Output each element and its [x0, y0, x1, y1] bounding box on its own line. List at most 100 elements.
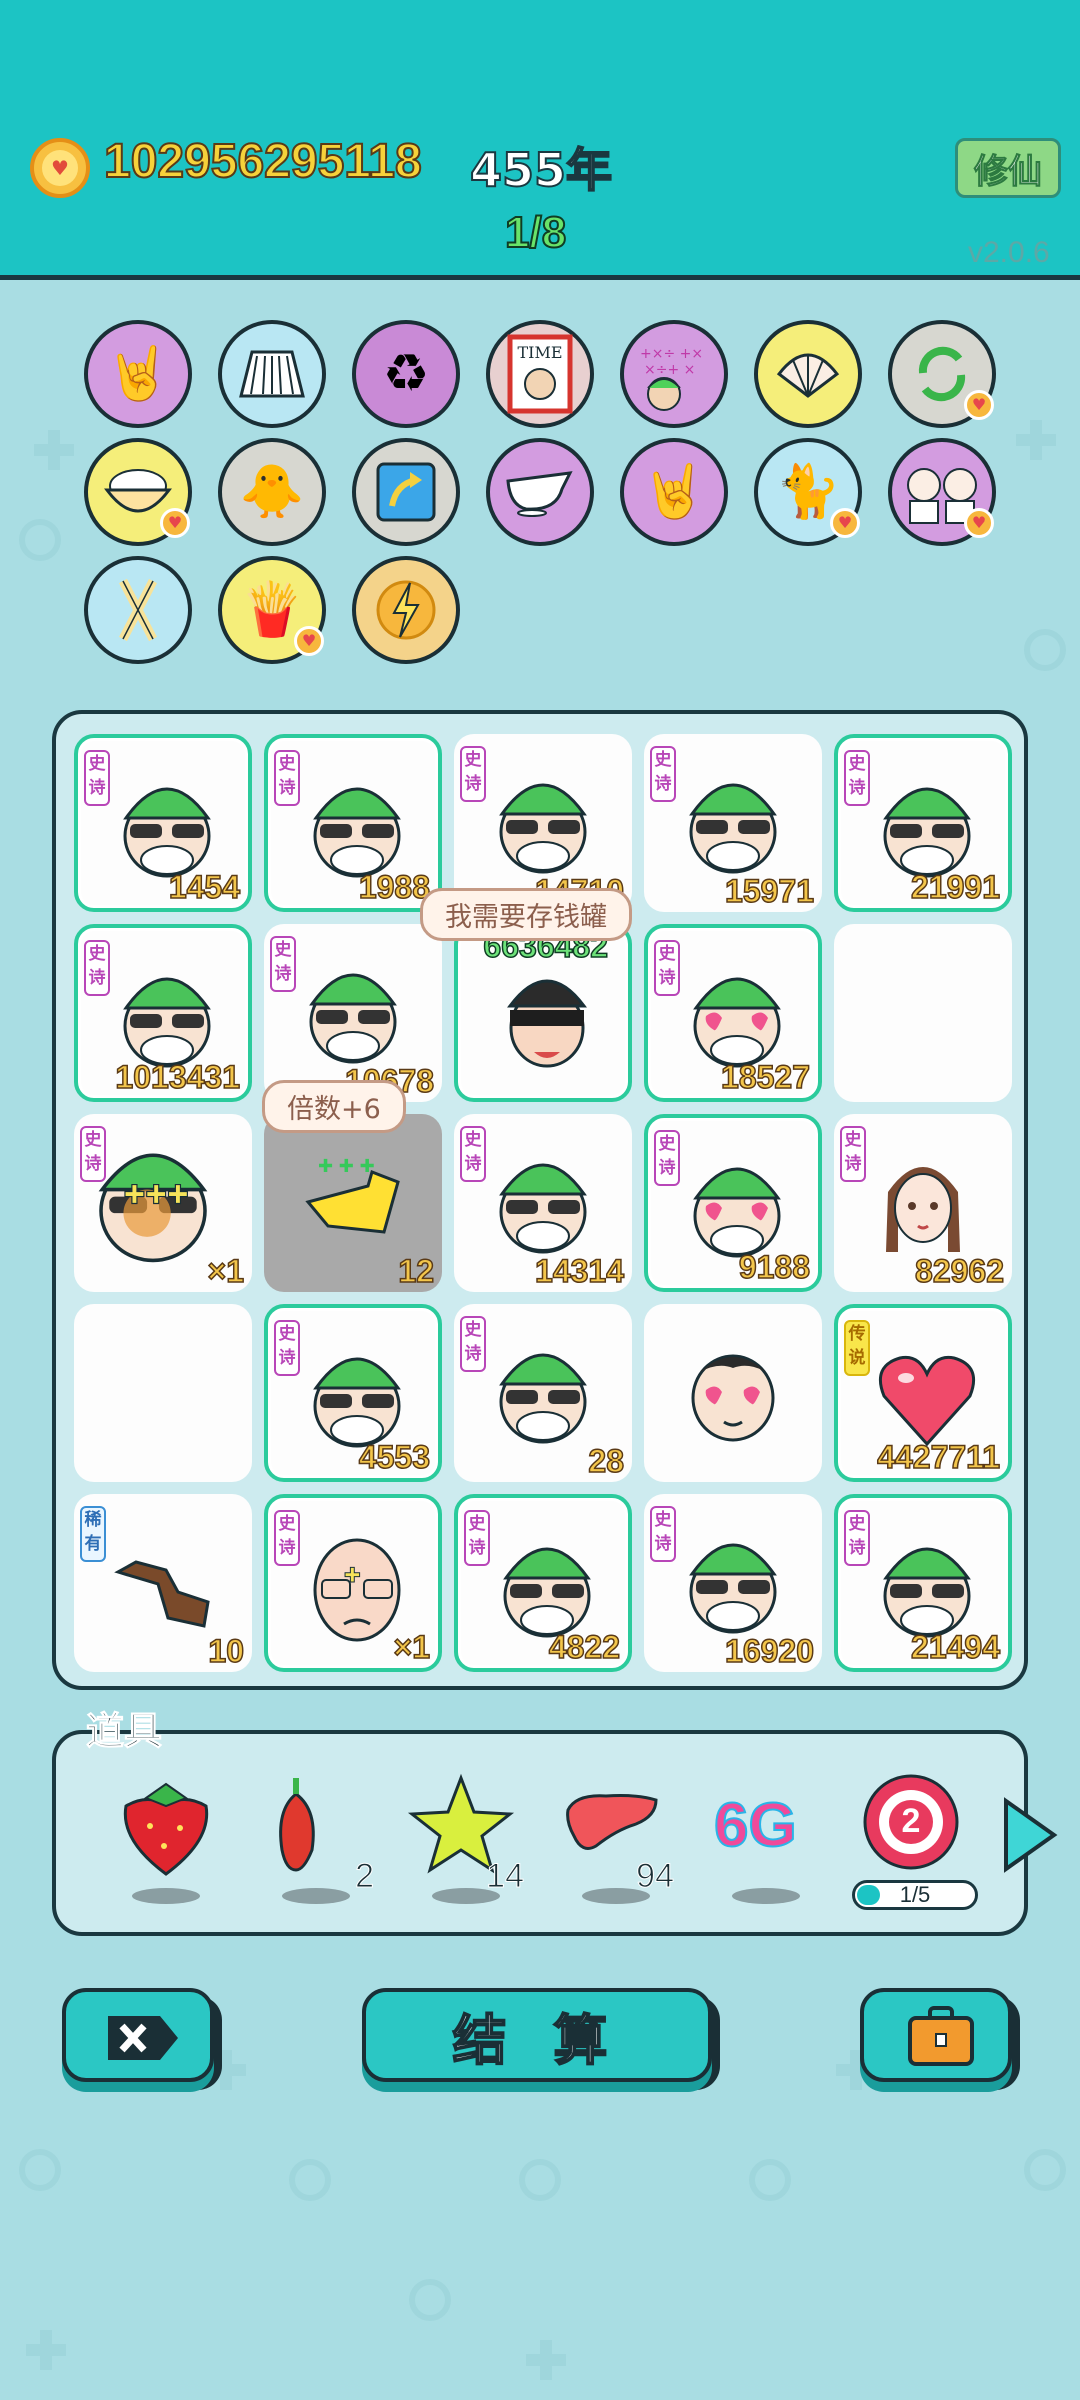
bald-glasses-face-icon: ✚ [313, 1538, 401, 1642]
settle-label: 结 算 [452, 2008, 622, 2073]
rock-hand-icon[interactable]: 🤘 [84, 320, 192, 428]
legend-tag: 传说 [844, 1320, 870, 1376]
prop-6g[interactable]: 6G [706, 1770, 826, 1910]
6g-icon: 6G [713, 1790, 798, 1861]
cell-value: 9188 [738, 1248, 811, 1286]
cell-value: 18527 [720, 1058, 810, 1096]
board-cell[interactable]: 史诗 28 [454, 1304, 632, 1482]
board-cell[interactable]: 传说 4427711 [834, 1304, 1012, 1482]
svg-text:×÷+ ×: ×÷+ × [644, 362, 695, 378]
board-cell[interactable]: 史诗 1013431 [74, 924, 252, 1102]
empty-cell[interactable] [834, 924, 1012, 1102]
board-cell[interactable] [644, 1304, 822, 1482]
strawberry-icon [123, 1782, 209, 1876]
board-cell[interactable]: 史诗 ✚ ×1 [264, 1494, 442, 1672]
chili-pepper-icon [279, 1778, 315, 1872]
empty-cell[interactable] [74, 1304, 252, 1482]
settle-button[interactable]: 结 算 [362, 1988, 712, 2082]
coin-count: 102956295118 [103, 134, 423, 189]
xiuxian-button[interactable]: 修仙 [955, 138, 1061, 198]
epic-tag: 史诗 [270, 936, 296, 992]
board-cell[interactable]: 史诗 9188 [644, 1114, 822, 1292]
green-hat-face-icon [309, 973, 397, 1064]
board-cell[interactable]: 史诗 1988 [264, 734, 442, 912]
green-hat-face-icon [499, 783, 587, 874]
crossed-sticks-icon[interactable] [84, 556, 192, 664]
cell-value: 12 [398, 1252, 435, 1290]
epic-tag: 史诗 [844, 750, 870, 806]
board-cell[interactable]: 史诗 ✚✚✚ ×1 [74, 1114, 252, 1292]
epic-tag: 史诗 [840, 1126, 866, 1182]
green-hat-face-icon [313, 1357, 401, 1448]
green-hat-face-icon [499, 1353, 587, 1444]
confused-math-face-icon[interactable]: +×÷ +× ×÷+ × [620, 320, 728, 428]
epic-tag: 史诗 [460, 1126, 486, 1182]
board-cell[interactable]: 史诗 14314 [454, 1114, 632, 1292]
rare-tag: 稀有 [80, 1506, 106, 1562]
cat-icon[interactable]: 🐈 ♥ [754, 438, 862, 546]
green-hat-face-icon [123, 787, 211, 878]
prop-star[interactable]: 14 [406, 1770, 526, 1910]
prop-shadow [132, 1888, 200, 1904]
epic-tag: 史诗 [464, 1510, 490, 1566]
board-cell[interactable]: 史诗 4822 [454, 1494, 632, 1672]
stage-progress: 1/8 [504, 207, 567, 258]
board-cell[interactable]: 史诗 16920 [644, 1494, 822, 1672]
gravy-boat-icon[interactable] [486, 438, 594, 546]
epic-tag: 史诗 [654, 940, 680, 996]
svg-text:TIME: TIME [517, 343, 562, 362]
svg-text:✚: ✚ [344, 1563, 361, 1587]
briefcase-button[interactable] [860, 1988, 1012, 2082]
time-magazine-icon[interactable]: TIME [486, 320, 594, 428]
cancel-button[interactable] [62, 1988, 214, 2082]
cell-value: 21991 [910, 868, 1000, 906]
heart-eyes-face-icon [693, 977, 781, 1068]
piggy-bank-speech-bubble: 我需要存钱罐 [420, 888, 632, 941]
board-cell[interactable]: 史诗 18527 [644, 924, 822, 1102]
brown-pointing-hand-icon [114, 1560, 210, 1628]
board-cell[interactable]: 史诗 1454 [74, 734, 252, 912]
target-progress-text: 1/5 [899, 1882, 931, 1907]
briefcase-icon [908, 2006, 974, 2066]
board-cell[interactable]: 史诗 82962 [834, 1114, 1012, 1292]
board-cell[interactable]: ✚ ✚ ✚ 12 [264, 1114, 442, 1292]
years-counter: 455年 [469, 142, 613, 198]
lightning-icon[interactable] [352, 556, 460, 664]
refresh-arrows-icon[interactable]: ♥ [888, 320, 996, 428]
thief-face-icon [507, 979, 587, 1068]
prop-chili[interactable]: 2 [256, 1770, 376, 1910]
board-cell[interactable]: 史诗 15971 [644, 734, 822, 912]
green-hat-face-icon [883, 787, 971, 878]
recycle-icon[interactable]: ♻ [352, 320, 460, 428]
board-cell[interactable]: 6636482 [454, 924, 632, 1102]
prop-count: 2 [355, 1857, 375, 1896]
target-progress-bar: 1/5 [852, 1880, 978, 1910]
pointing-hand-icon: ✚ ✚ ✚ [305, 1156, 400, 1234]
prop-liver[interactable]: 94 [556, 1770, 676, 1910]
epic-tag: 史诗 [84, 940, 110, 996]
coin-icon: ♥ [30, 138, 90, 198]
next-arrow-icon[interactable] [1000, 1795, 1060, 1875]
board-cell[interactable]: 史诗 4553 [264, 1304, 442, 1482]
heart-badge-icon: ♥ [160, 508, 190, 538]
board-cell[interactable]: 史诗 21494 [834, 1494, 1012, 1672]
twins-icon[interactable]: ♥ [888, 438, 996, 546]
board-cell[interactable]: 史诗 10678 [264, 924, 442, 1102]
board-cell[interactable]: 稀有 10 [74, 1494, 252, 1672]
heart-eyes-face-icon [693, 1167, 781, 1258]
cell-value: 1988 [358, 868, 431, 906]
green-hat-face-icon [883, 1547, 971, 1638]
board-cell[interactable]: 史诗 14710 [454, 734, 632, 912]
heart-badge-icon: ♥ [830, 508, 860, 538]
pleated-skirt-icon[interactable] [218, 320, 326, 428]
chick-egg-icon[interactable]: 🐥 [218, 438, 326, 546]
french-fries-icon[interactable]: 🍟 ♥ [218, 556, 326, 664]
arrow-box-icon[interactable] [352, 438, 460, 546]
cell-value: ×1 [207, 1252, 245, 1290]
board-cell[interactable]: 史诗 21991 [834, 734, 1012, 912]
rice-bowl-icon[interactable]: ♥ [84, 438, 192, 546]
seashell-icon[interactable] [754, 320, 862, 428]
prop-strawberry[interactable] [106, 1770, 226, 1910]
rock-hand-icon[interactable]: 🤘 [620, 438, 728, 546]
multiplier-speech-bubble: 倍数+6 [262, 1080, 406, 1133]
